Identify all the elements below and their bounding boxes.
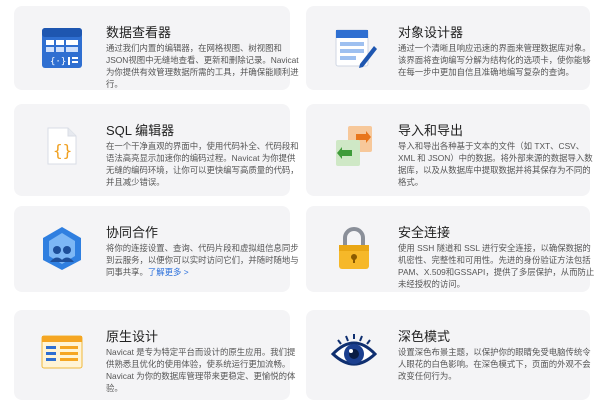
sql-editor-icon: {} [38,122,86,170]
feature-card-secure-connection: 安全连接 使用 SSH 隧道和 SSL 进行安全连接，以确保数据的机密性、完整性… [306,206,594,292]
card-title: 原生设计 [106,329,159,344]
data-viewer-icon: {·} [38,24,86,72]
learn-more-link[interactable]: 了解更多 > [148,267,189,277]
card-description: 在一个干净直观的界面中，使用代码补全、代码段和语法高亮显示加速你的编码过程。Na… [106,141,299,187]
feature-card-native-design: 原生设计 Navicat 是专为特定平台而设计的原生应用。我们提供熟悉且优化的使… [14,310,295,400]
feature-card-data-viewer: {·} 数据查看器 通过我们内置的编辑器，在网格视图、树视图和JSON视图中无缝… [14,6,299,90]
import-export-icon [330,122,378,170]
card-title: 数据查看器 [106,25,172,40]
card-title: 对象设计器 [398,25,464,40]
feature-card-collaboration: 协同合作 将你的连接设置、查询、代码片段和虚拟组信息同步到云服务，以便你可以实时… [14,206,299,292]
feature-card-object-designer: 对象设计器 通过一个清晰且响应迅速的界面来管理数据库对象。该界面将查询编写分解为… [306,6,591,90]
card-description: 将你的连接设置、查询、代码片段和虚拟组信息同步到云服务，以便你可以实时访问它们，… [106,242,302,278]
card-description: 导入和导出各种基于文本的文件（如 TXT、CSV、XML 和 JSON）中的数据… [398,141,593,187]
card-description: Navicat 是专为特定平台而设计的原生应用。我们提供熟悉且优化的使用体验，使… [106,347,296,393]
object-designer-icon [330,24,378,72]
feature-card-import-export: 导入和导出 导入和导出各种基于文本的文件（如 TXT、CSV、XML 和 JSO… [306,104,593,196]
svg-text:{·}: {·} [50,57,66,67]
collaboration-icon [38,224,86,272]
card-title: 协同合作 [106,225,159,240]
native-design-icon [38,328,86,376]
feature-card-sql-editor: {} SQL 编辑器 在一个干净直观的界面中，使用代码补全、代码段和语法高亮显示… [14,104,299,196]
card-title: 深色模式 [398,329,451,344]
feature-card-dark-mode: 深色模式 设置深色布景主题，以保护你的眼睛免受电脑传统令人眼花的白色影响。在深色… [306,310,591,400]
card-description: 通过我们内置的编辑器，在网格视图、树视图和JSON视图中无缝地查看、更新和删除记… [106,43,299,89]
card-description: 设置深色布景主题，以保护你的眼睛免受电脑传统令人眼花的白色影响。在深色模式下，页… [398,347,591,381]
card-title: 安全连接 [398,225,451,240]
card-description: 通过一个清晰且响应迅速的界面来管理数据库对象。该界面将查询编写分解为结构化的选项… [398,43,591,77]
card-description: 使用 SSH 隧道和 SSL 进行安全连接，以确保数据的机密性、完整性和可用性。… [398,243,595,289]
features-grid: {·} 数据查看器 通过我们内置的编辑器，在网格视图、树视图和JSON视图中无缝… [0,0,600,412]
eye-icon [330,328,378,376]
card-title: SQL 编辑器 [106,123,175,138]
lock-icon [330,224,378,272]
card-title: 导入和导出 [398,123,464,138]
card-description-text: 将你的连接设置、查询、代码片段和虚拟组信息同步到云服务，以便你可以实时访问它们，… [106,243,299,277]
svg-text:{}: {} [53,141,72,160]
